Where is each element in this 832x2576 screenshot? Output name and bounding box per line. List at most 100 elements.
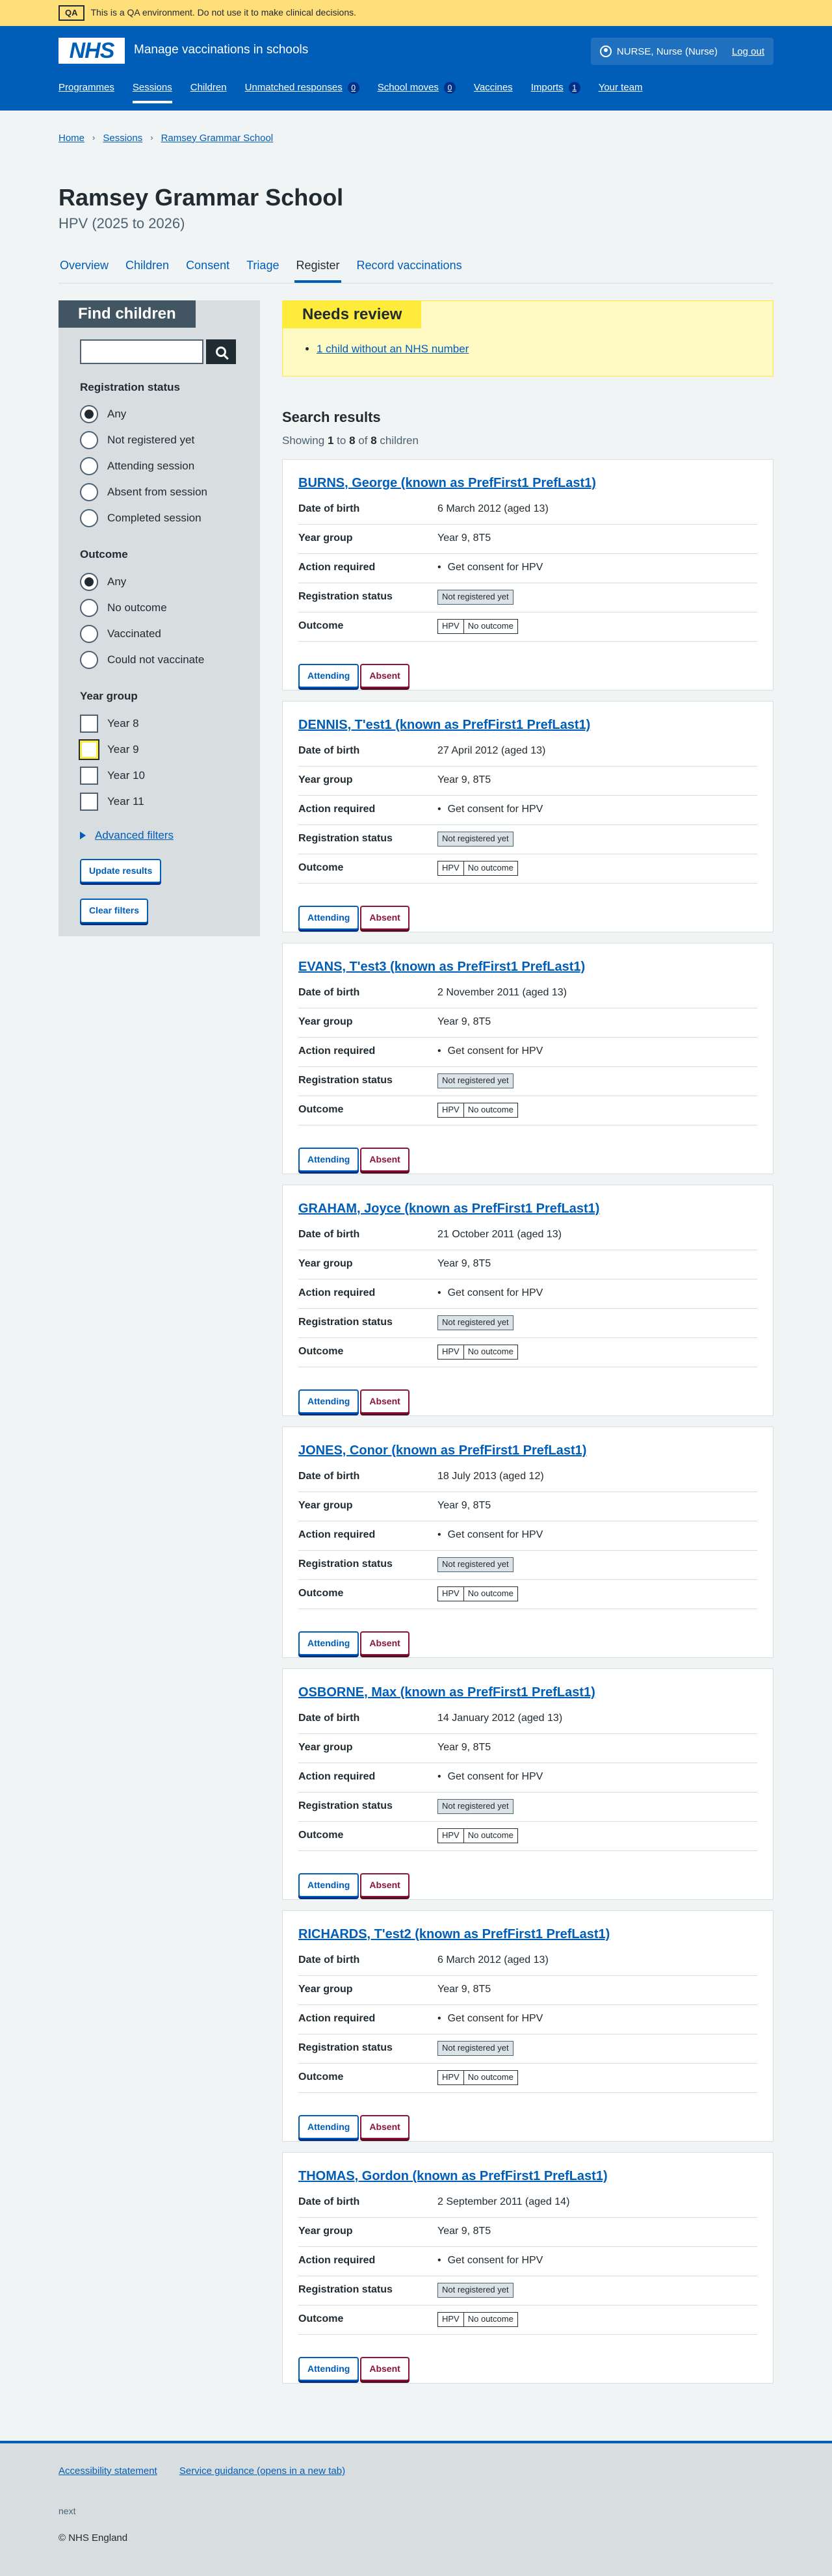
breadcrumb-school[interactable]: Ramsey Grammar School — [161, 131, 274, 145]
search-input[interactable] — [80, 339, 203, 364]
tab-overview[interactable]: Overview — [58, 254, 110, 283]
outcome-legend: Outcome — [80, 548, 128, 561]
absent-button[interactable]: Absent — [360, 1147, 410, 1172]
results-count: Showing 1 to 8 of 8 children — [282, 434, 419, 447]
radio-button[interactable] — [80, 457, 98, 476]
attending-button[interactable]: Attending — [298, 2356, 359, 2382]
radio-button[interactable] — [80, 431, 98, 450]
year-option-8[interactable]: Year 8 — [80, 711, 239, 737]
nav-programmes[interactable]: Programmes — [58, 81, 114, 103]
radio-button[interactable] — [80, 573, 98, 592]
breadcrumb-home[interactable]: Home — [58, 131, 84, 145]
outcome-option-no-outcome[interactable]: No outcome — [80, 595, 239, 621]
registration-option-attending[interactable]: Attending session — [80, 453, 239, 479]
attending-button[interactable]: Attending — [298, 905, 359, 930]
nhs-logo[interactable]: NHS — [58, 38, 125, 64]
bullet-icon: • — [437, 562, 441, 573]
update-results-button[interactable]: Update results — [80, 858, 162, 884]
absent-button[interactable]: Absent — [360, 1873, 410, 1898]
checkbox[interactable] — [80, 766, 98, 785]
results-title: Search results — [282, 409, 381, 426]
action-row: Action required • Get consent for HPV — [298, 1280, 757, 1309]
radio-button[interactable] — [80, 509, 98, 528]
user-name: NURSE, Nurse (Nurse) — [616, 46, 718, 57]
child-name-link[interactable]: BURNS, George (known as PrefFirst1 PrefL… — [298, 476, 596, 490]
absent-button[interactable]: Absent — [360, 2114, 410, 2140]
nav-your-team[interactable]: Your team — [599, 81, 643, 103]
action-row: Action required • Get consent for HPV — [298, 796, 757, 825]
checkbox[interactable] — [79, 739, 99, 760]
advanced-filters-link[interactable]: Advanced filters — [95, 828, 174, 843]
year-group-row: Year group Year 9, 8T5 — [298, 2218, 757, 2247]
outcome-badge: HPV No outcome — [437, 2312, 518, 2327]
tab-register[interactable]: Register — [294, 254, 341, 283]
action-row: Action required • Get consent for HPV — [298, 554, 757, 583]
registration-legend: Registration status — [80, 380, 180, 393]
attending-button[interactable]: Attending — [298, 663, 359, 689]
service-name[interactable]: Manage vaccinations in schools — [134, 42, 308, 59]
tab-triage[interactable]: Triage — [245, 254, 280, 283]
breadcrumb-sessions[interactable]: Sessions — [103, 131, 142, 145]
accessibility-statement-link[interactable]: Accessibility statement — [58, 2465, 157, 2477]
registration-option-any[interactable]: Any — [80, 401, 239, 427]
child-name-link[interactable]: GRAHAM, Joyce (known as PrefFirst1 PrefL… — [298, 1202, 599, 1216]
child-name-link[interactable]: JONES, Conor (known as PrefFirst1 PrefLa… — [298, 1443, 586, 1458]
absent-button[interactable]: Absent — [360, 2356, 410, 2382]
year-group-row: Year group Year 9, 8T5 — [298, 1734, 757, 1763]
qa-message: This is a QA environment. Do not use it … — [90, 7, 357, 18]
registration-option-absent[interactable]: Absent from session — [80, 479, 239, 505]
nav-vaccines[interactable]: Vaccines — [474, 81, 513, 103]
nav-school-moves[interactable]: School moves 0 — [378, 81, 456, 103]
child-card: JONES, Conor (known as PrefFirst1 PrefLa… — [282, 1426, 774, 1658]
nav-sessions[interactable]: Sessions — [132, 81, 172, 103]
absent-button[interactable]: Absent — [360, 905, 410, 930]
attending-button[interactable]: Attending — [298, 2114, 359, 2140]
absent-button[interactable]: Absent — [360, 663, 410, 689]
clear-filters-button[interactable]: Clear filters — [80, 899, 149, 923]
child-name-link[interactable]: OSBORNE, Max (known as PrefFirst1 PrefLa… — [298, 1685, 595, 1700]
dob-row: Date of birth 2 September 2011 (aged 14) — [298, 2188, 757, 2218]
registration-row: Registration status Not registered yet — [298, 2276, 757, 2306]
tab-children[interactable]: Children — [124, 254, 170, 283]
year-option-11[interactable]: Year 11 — [80, 789, 239, 815]
radio-button[interactable] — [80, 483, 98, 502]
nav-children[interactable]: Children — [190, 81, 227, 103]
child-name-link[interactable]: EVANS, T'est3 (known as PrefFirst1 PrefL… — [298, 960, 585, 974]
outcome-badge: HPV No outcome — [437, 619, 518, 634]
radio-button[interactable] — [80, 599, 98, 618]
outcome-option-vaccinated[interactable]: Vaccinated — [80, 621, 239, 647]
year-option-9[interactable]: Year 9 — [79, 737, 239, 763]
needs-review-link[interactable]: 1 child without an NHS number — [317, 343, 469, 355]
child-name-link[interactable]: THOMAS, Gordon (known as PrefFirst1 Pref… — [298, 2169, 608, 2183]
service-guidance-link[interactable]: Service guidance (opens in a new tab) — [179, 2465, 345, 2477]
child-name-link[interactable]: RICHARDS, T'est2 (known as PrefFirst1 Pr… — [298, 1927, 610, 1941]
dob-row: Date of birth 2 November 2011 (aged 13) — [298, 979, 757, 1008]
radio-button[interactable] — [80, 405, 98, 424]
attending-button[interactable]: Attending — [298, 1631, 359, 1656]
nav-imports[interactable]: Imports 1 — [531, 81, 580, 103]
advanced-filters-toggle[interactable]: Advanced filters — [80, 828, 239, 843]
outcome-option-any[interactable]: Any — [80, 569, 239, 595]
nav-unmatched-responses[interactable]: Unmatched responses 0 — [245, 81, 359, 103]
tab-consent[interactable]: Consent — [185, 254, 231, 283]
status-badge: Not registered yet — [437, 2283, 514, 2298]
absent-button[interactable]: Absent — [360, 1631, 410, 1656]
absent-button[interactable]: Absent — [360, 1389, 410, 1414]
attending-button[interactable]: Attending — [298, 1873, 359, 1898]
radio-button[interactable] — [80, 625, 98, 644]
outcome-row: Outcome HPV No outcome — [298, 854, 757, 884]
checkbox[interactable] — [80, 792, 98, 811]
search-button[interactable] — [206, 339, 236, 364]
radio-button[interactable] — [80, 651, 98, 670]
checkbox[interactable] — [80, 714, 98, 733]
logout-link[interactable]: Log out — [732, 45, 764, 59]
outcome-option-could-not-vaccinate[interactable]: Could not vaccinate — [80, 647, 239, 673]
tab-record-vaccinations[interactable]: Record vaccinations — [356, 254, 463, 283]
year-option-10[interactable]: Year 10 — [80, 763, 239, 789]
attending-button[interactable]: Attending — [298, 1389, 359, 1414]
attending-button[interactable]: Attending — [298, 1147, 359, 1172]
child-name-link[interactable]: DENNIS, T'est1 (known as PrefFirst1 Pref… — [298, 718, 590, 732]
registration-option-not-registered[interactable]: Not registered yet — [80, 427, 239, 453]
registration-option-completed[interactable]: Completed session — [80, 505, 239, 531]
caret-right-icon — [80, 831, 86, 839]
